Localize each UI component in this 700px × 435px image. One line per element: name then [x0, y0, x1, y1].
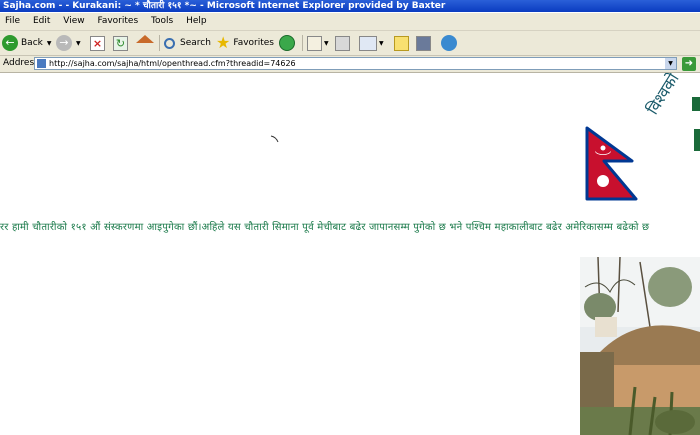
banner-decoration — [694, 129, 700, 151]
mail-button[interactable]: ▼ — [307, 34, 329, 52]
address-bar: Address http://sajha.com/sajha/html/open… — [0, 56, 700, 73]
menu-bar: File Edit View Favorites Tools Help — [0, 13, 700, 31]
window-title-bar: Sajha.com - - Kurakani: ~ * चौतारी १५१ *… — [0, 0, 700, 12]
page-icon — [37, 59, 46, 68]
menu-view[interactable]: View — [58, 13, 89, 30]
nepal-flag — [585, 126, 638, 201]
stop-button[interactable]: × — [90, 34, 105, 52]
printer-icon — [335, 35, 350, 51]
chevron-down-icon: ▼ — [46, 39, 52, 47]
back-button[interactable]: ← Back ▼ — [2, 34, 51, 52]
home-icon — [136, 35, 154, 43]
refresh-icon: ↻ — [113, 35, 128, 51]
note-icon — [394, 35, 409, 51]
research-icon — [416, 35, 431, 51]
edit-icon — [359, 35, 377, 51]
search-icon — [164, 37, 175, 49]
menu-help[interactable]: Help — [181, 13, 212, 30]
research-button[interactable] — [416, 34, 431, 52]
menu-edit[interactable]: Edit — [28, 13, 55, 30]
village-photo — [580, 257, 700, 435]
home-button[interactable] — [136, 34, 154, 52]
stop-icon: × — [90, 35, 105, 51]
chevron-down-icon[interactable]: ▼ — [665, 58, 676, 69]
print-button[interactable] — [335, 34, 350, 52]
menu-favorites[interactable]: Favorites — [92, 13, 143, 30]
toolbar-separator — [159, 35, 160, 51]
address-url: http://sajha.com/sajha/html/openthread.c… — [49, 59, 296, 68]
standard-toolbar: ← Back ▼ → ▼ × ↻ Search ★ Favorites ▼ ▼ — [0, 31, 700, 56]
banner-decoration — [692, 97, 700, 111]
chevron-down-icon: ▼ — [379, 39, 384, 47]
search-button[interactable]: Search — [164, 34, 211, 52]
go-button[interactable]: ➜ — [682, 57, 696, 71]
edit-button[interactable]: ▼ — [359, 34, 384, 52]
forward-button[interactable]: → ▼ — [56, 34, 81, 52]
forward-arrow-icon: → — [56, 35, 72, 51]
toolbar-separator — [302, 35, 303, 51]
chevron-down-icon: ▼ — [324, 39, 329, 47]
chevron-down-icon: ▼ — [76, 39, 81, 47]
page-content: विश्वको रर हामी चौतारीको १५१ औं संस्करणम… — [0, 73, 700, 435]
favorites-label: Favorites — [233, 38, 274, 48]
menu-file[interactable]: File — [0, 13, 25, 30]
window-title: Sajha.com - - Kurakani: ~ * चौतारी १५१ *… — [3, 1, 446, 11]
loading-spinner — [270, 135, 279, 143]
back-label: Back — [21, 38, 43, 48]
favorites-button[interactable]: ★ Favorites — [216, 34, 274, 52]
refresh-button[interactable]: ↻ — [113, 34, 128, 52]
star-icon: ★ — [216, 33, 231, 52]
media-button[interactable] — [279, 34, 295, 52]
messenger-button[interactable] — [441, 34, 457, 52]
back-arrow-icon: ← — [2, 35, 18, 51]
address-input[interactable]: http://sajha.com/sajha/html/openthread.c… — [34, 57, 677, 70]
messenger-icon — [441, 35, 457, 51]
media-icon — [279, 35, 295, 51]
go-arrow-icon: ➜ — [684, 58, 694, 69]
mail-icon — [307, 35, 322, 51]
menu-tools[interactable]: Tools — [146, 13, 178, 30]
discuss-button[interactable] — [394, 34, 409, 52]
search-label: Search — [180, 38, 211, 48]
marquee-text: रर हामी चौतारीको १५१ औं संस्करणमा आइपुगे… — [0, 222, 650, 233]
